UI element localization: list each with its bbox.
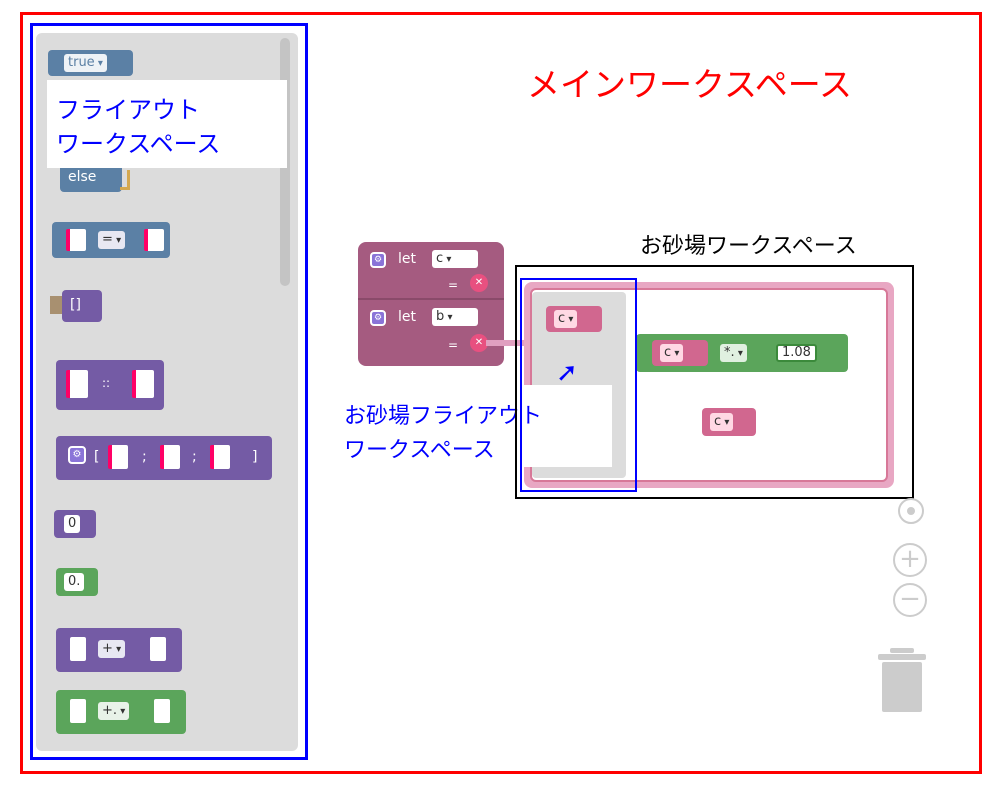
target-icon[interactable] — [898, 498, 924, 524]
let1-keyword: let — [398, 251, 416, 267]
let2-var-dropdown[interactable]: b — [432, 308, 478, 326]
sandbox-flyout-label-line1: お砂場フライアウト — [344, 404, 543, 429]
trash-icon[interactable] — [878, 648, 926, 712]
let1-var-dropdown[interactable]: c — [432, 250, 478, 268]
let1-eq: = — [448, 278, 459, 292]
zoom-out-icon[interactable]: − — [893, 583, 927, 617]
sandbox-workspace-label: お砂場ワークスペース — [640, 234, 857, 259]
flyout-workspace-frame — [30, 23, 308, 760]
gear-icon[interactable]: ⚙ — [370, 252, 386, 268]
let2-keyword: let — [398, 309, 416, 325]
sandbox-workspace-frame — [515, 265, 914, 499]
zoom-in-icon[interactable]: + — [893, 543, 927, 577]
let-block-separator — [358, 298, 504, 300]
let1-value-slot[interactable]: ✕ — [470, 274, 488, 292]
let2-eq: = — [448, 338, 459, 352]
sandbox-flyout-label-line2: ワークスペース — [344, 438, 495, 463]
main-workspace-label: メインワークスペース — [527, 65, 853, 104]
gear-icon[interactable]: ⚙ — [370, 310, 386, 326]
